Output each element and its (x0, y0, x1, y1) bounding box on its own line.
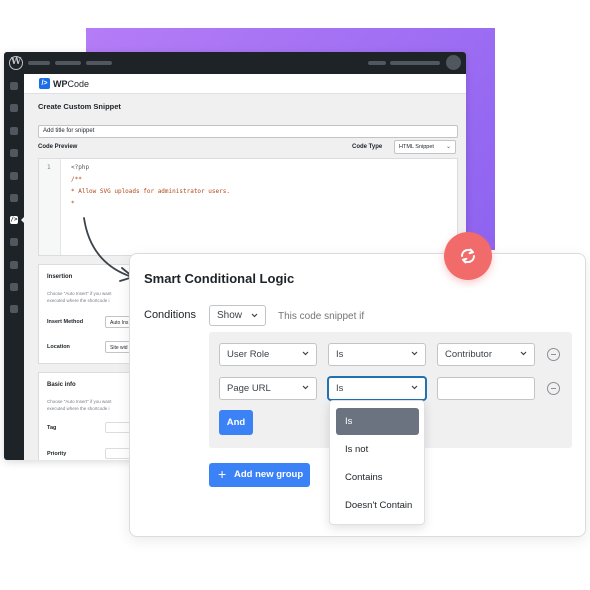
rule-field-value: Page URL (227, 383, 271, 394)
dropdown-option-is[interactable]: Is (336, 408, 419, 435)
rule-field-select[interactable]: Page URL (219, 377, 317, 400)
rule-operator-select[interactable]: Is (328, 377, 426, 400)
rule-value-select[interactable]: Contributor (437, 343, 535, 366)
code-line: * Allow SVG uploads for administrator us… (71, 188, 230, 195)
panel-description: executed where the shortcode i (47, 406, 110, 411)
wp-admin-bar: W (4, 52, 466, 74)
show-value: Show (217, 310, 243, 321)
chevron-down-icon (411, 385, 418, 390)
code-line: <?php (71, 164, 90, 171)
admin-bar-item[interactable] (55, 61, 81, 65)
rule-operator-select[interactable]: Is (328, 343, 426, 366)
code-type-label: Code Type (352, 144, 383, 150)
panel-description: executed where the shortcode i (47, 298, 110, 303)
snippet-title-input[interactable]: Add title for snippet (38, 125, 458, 138)
add-group-label: Add new group (234, 469, 304, 480)
comments-icon[interactable] (10, 172, 18, 180)
wpcode-logo-icon: /> (39, 78, 50, 89)
active-menu-indicator (21, 216, 25, 224)
and-button[interactable]: And (219, 410, 253, 435)
panel-title: Insertion (47, 274, 73, 280)
line-number: 1 (47, 164, 51, 171)
chevron-down-icon: ⌄ (445, 144, 451, 150)
refresh-badge (444, 232, 492, 280)
dashboard-icon[interactable] (10, 82, 18, 90)
basic-info-panel: Basic info Choose "Auto Insert" if you w… (38, 372, 138, 460)
card-title: Smart Conditional Logic (144, 271, 295, 286)
admin-bar-item[interactable] (28, 61, 50, 65)
chevron-down-icon (302, 385, 309, 390)
rule-field-value: User Role (227, 349, 270, 360)
tag-label: Tag (47, 425, 57, 431)
code-snippets-icon[interactable]: /> (10, 216, 18, 224)
refresh-icon (460, 248, 476, 264)
remove-rule-icon[interactable] (547, 382, 560, 395)
admin-bar-item[interactable] (368, 61, 386, 65)
posts-icon[interactable] (10, 104, 18, 112)
code-line: /** (71, 176, 82, 183)
line-gutter: 1 (39, 159, 61, 255)
wpcode-header: /> WPCode (24, 74, 466, 94)
page-title: Create Custom Snippet (38, 102, 121, 111)
appearance-icon[interactable] (10, 194, 18, 202)
location-label: Location (47, 344, 70, 350)
admin-bar-item[interactable] (390, 61, 440, 65)
wpcode-logo-text: WPCode (53, 79, 90, 89)
users-icon[interactable] (10, 261, 18, 269)
media-icon[interactable] (10, 127, 18, 135)
priority-label: Priority (47, 451, 67, 457)
dropdown-option-is-not[interactable]: Is not (336, 436, 419, 463)
settings-icon[interactable] (10, 305, 18, 313)
panel-title: Basic info (47, 382, 76, 388)
code-line: * (71, 200, 75, 207)
code-preview-label: Code Preview (38, 144, 78, 150)
operator-dropdown-menu: Is Is not Contains Doesn't Contain (329, 400, 425, 525)
panel-description: Choose "Auto Insert" if you want (47, 291, 112, 296)
pages-icon[interactable] (10, 149, 18, 157)
dropdown-option-doesnt-contain[interactable]: Doesn't Contain (336, 492, 419, 519)
conditions-label: Conditions (144, 309, 196, 321)
admin-bar-item[interactable] (86, 61, 112, 65)
insert-method-label: Insert Method (47, 319, 84, 325)
wp-admin-sidebar: /> (4, 74, 25, 460)
remove-rule-icon[interactable] (547, 348, 560, 361)
chevron-down-icon (302, 351, 309, 356)
panel-description: Choose "Auto Insert" if you want (47, 399, 112, 404)
code-type-value: HTML Snippet (399, 144, 434, 150)
add-new-group-button[interactable]: + Add new group (209, 463, 310, 487)
show-hide-select[interactable]: Show (209, 305, 266, 326)
dropdown-option-contains[interactable]: Contains (336, 464, 419, 491)
rule-value-input[interactable] (437, 377, 535, 400)
rule-value: Contributor (445, 349, 492, 360)
tools-icon[interactable] (10, 283, 18, 291)
plus-icon: + (218, 466, 227, 482)
plugins-icon[interactable] (10, 238, 18, 246)
snippet-if-text: This code snippet if (278, 311, 365, 322)
chevron-down-icon (411, 351, 418, 356)
rule-field-select[interactable]: User Role (219, 343, 317, 366)
chevron-down-icon (520, 351, 527, 356)
rule-operator-value: Is (336, 349, 344, 360)
avatar[interactable] (446, 55, 461, 70)
rule-operator-value: Is (336, 383, 344, 394)
chevron-down-icon (251, 313, 258, 318)
wordpress-logo-icon[interactable]: W (9, 56, 23, 70)
code-type-select[interactable]: HTML Snippet ⌄ (394, 140, 456, 154)
